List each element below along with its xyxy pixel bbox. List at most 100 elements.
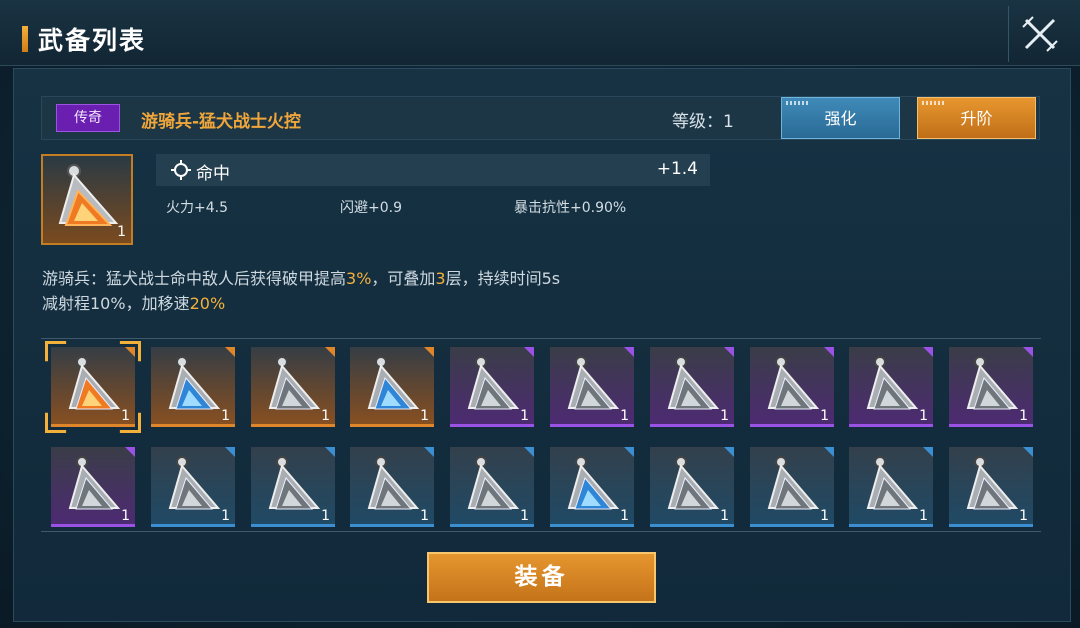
rarity-bar xyxy=(849,424,933,427)
rarity-badge: 传奇 xyxy=(56,104,120,132)
fire-control-module-icon xyxy=(168,356,221,410)
inventory-item[interactable]: 1 xyxy=(350,447,434,527)
item-name: 游骑兵-猛犬战士火控 xyxy=(141,112,302,132)
enhance-button-label: 强化 xyxy=(824,109,857,128)
item-quantity: 1 xyxy=(121,508,130,524)
rarity-bar xyxy=(151,424,235,427)
fire-control-module-icon xyxy=(467,356,520,410)
rarity-corner xyxy=(724,347,734,357)
rarity-corner xyxy=(624,447,634,457)
rarity-bar xyxy=(550,424,634,427)
fire-control-module-icon xyxy=(767,456,820,510)
fire-control-module-icon xyxy=(68,356,121,410)
item-quantity: 1 xyxy=(720,408,729,424)
title-accent xyxy=(22,26,28,52)
item-quantity: 1 xyxy=(1019,508,1028,524)
fire-control-module-icon xyxy=(467,456,520,510)
page-title: 武备列表 xyxy=(38,26,147,55)
fire-control-module-icon xyxy=(567,356,620,410)
main-stat-value: +1.4 xyxy=(656,159,698,179)
item-quantity: 1 xyxy=(919,408,928,424)
rarity-bar xyxy=(849,524,933,527)
rarity-bar xyxy=(251,424,335,427)
item-quantity: 1 xyxy=(1019,408,1028,424)
inventory-item[interactable]: 1 xyxy=(450,447,534,527)
rarity-bar xyxy=(750,424,834,427)
inventory-item[interactable]: 1 xyxy=(550,447,634,527)
selected-item-icon: 1 xyxy=(41,154,133,245)
item-level: 等级：1 xyxy=(672,112,734,132)
inventory-item[interactable]: 1 xyxy=(550,347,634,427)
rarity-corner xyxy=(125,347,135,357)
description-line-1: 游骑兵：猛犬战士命中敌人后获得破甲提高3%，可叠加3层，持续时间5s xyxy=(42,269,561,288)
inventory-item[interactable]: 1 xyxy=(650,447,734,527)
item-quantity: 1 xyxy=(117,224,126,240)
fire-control-module-icon xyxy=(667,456,720,510)
rarity-corner xyxy=(524,347,534,357)
item-quantity: 1 xyxy=(221,408,230,424)
sub-stat-firepower: 火力+4.5 xyxy=(166,200,228,216)
fire-control-module-icon xyxy=(966,356,1019,410)
rarity-bar xyxy=(350,524,434,527)
inventory-item[interactable]: 1 xyxy=(849,447,933,527)
rarity-corner xyxy=(724,447,734,457)
rarity-corner xyxy=(1023,447,1033,457)
close-icon xyxy=(1021,16,1058,52)
item-quantity: 1 xyxy=(820,408,829,424)
inventory-item[interactable]: 1 xyxy=(849,347,933,427)
close-button[interactable] xyxy=(1008,6,1070,62)
rarity-bar xyxy=(151,524,235,527)
item-quantity: 1 xyxy=(620,408,629,424)
rarity-corner xyxy=(125,447,135,457)
enhance-button[interactable]: 强化 xyxy=(781,97,900,139)
inventory-item[interactable]: 1 xyxy=(51,347,135,427)
fire-control-module-icon xyxy=(58,163,119,226)
item-quantity: 1 xyxy=(121,408,130,424)
item-quantity: 1 xyxy=(420,408,429,424)
header: 武备列表 xyxy=(0,0,1080,66)
rarity-corner xyxy=(524,447,534,457)
fire-control-module-icon xyxy=(767,356,820,410)
item-quantity: 1 xyxy=(520,408,529,424)
inventory-item[interactable]: 1 xyxy=(450,347,534,427)
fire-control-module-icon xyxy=(268,356,321,410)
item-quantity: 1 xyxy=(420,508,429,524)
equip-button[interactable]: 装备 xyxy=(427,552,656,603)
main-stat-row: 命中 +1.4 xyxy=(156,154,710,186)
inventory-item[interactable]: 1 xyxy=(151,347,235,427)
inventory-item[interactable]: 1 xyxy=(650,347,734,427)
rarity-corner xyxy=(1023,347,1033,357)
rarity-bar xyxy=(550,524,634,527)
inventory-item[interactable]: 1 xyxy=(949,347,1033,427)
rarity-bar xyxy=(650,424,734,427)
rarity-corner xyxy=(325,347,335,357)
rarity-bar xyxy=(949,424,1033,427)
rarity-corner xyxy=(824,347,834,357)
inventory-item[interactable]: 1 xyxy=(750,347,834,427)
fire-control-module-icon xyxy=(866,356,919,410)
rarity-corner xyxy=(624,347,634,357)
inventory-item[interactable]: 1 xyxy=(251,347,335,427)
rarity-corner xyxy=(424,347,434,357)
inventory-item[interactable]: 1 xyxy=(251,447,335,527)
inventory-item[interactable]: 1 xyxy=(51,447,135,527)
inventory-item[interactable]: 1 xyxy=(350,347,434,427)
rarity-bar xyxy=(450,424,534,427)
fire-control-module-icon xyxy=(367,456,420,510)
rarity-corner xyxy=(424,447,434,457)
fire-control-module-icon xyxy=(567,456,620,510)
rarity-corner xyxy=(824,447,834,457)
sub-stat-crit-resist: 暴击抗性+0.90% xyxy=(514,200,627,216)
rarity-bar xyxy=(650,524,734,527)
rarity-corner xyxy=(923,347,933,357)
item-quantity: 1 xyxy=(720,508,729,524)
advance-button[interactable]: 升阶 xyxy=(917,97,1036,139)
inventory-item[interactable]: 1 xyxy=(151,447,235,527)
fire-control-module-icon xyxy=(966,456,1019,510)
fire-control-module-icon xyxy=(866,456,919,510)
rarity-bar xyxy=(450,524,534,527)
button-decoration xyxy=(786,101,810,105)
inventory-item[interactable]: 1 xyxy=(949,447,1033,527)
rarity-corner xyxy=(225,347,235,357)
inventory-item[interactable]: 1 xyxy=(750,447,834,527)
